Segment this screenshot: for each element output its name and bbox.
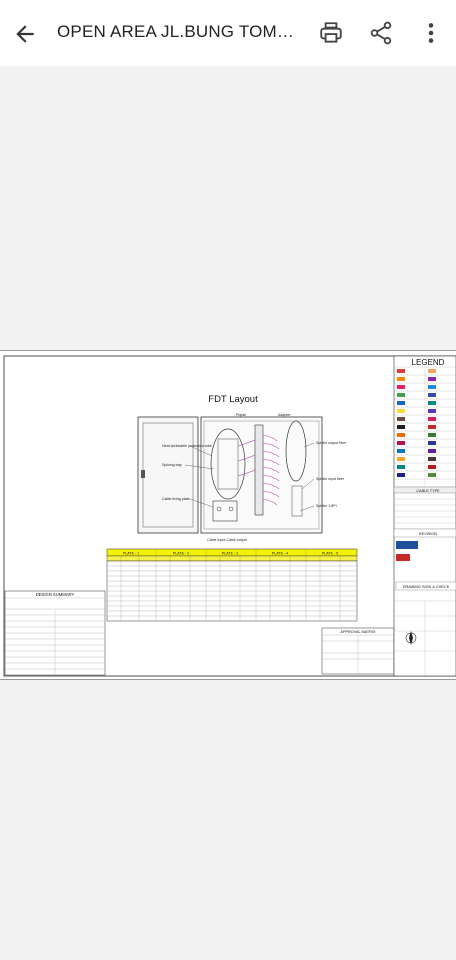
callout-cable-io: Cable Input Cable output: [207, 538, 247, 542]
back-arrow-icon[interactable]: [12, 21, 38, 47]
cable-type-title: CABLE TYPE: [416, 489, 440, 493]
document-title: OPEN AREA JL.BUNG TOMO I...: [57, 22, 302, 41]
plate-4-header: PLATE - 4: [272, 552, 288, 556]
revision-label: REVISION: [419, 532, 437, 536]
fdt-layout-title: FDT Layout: [208, 394, 258, 405]
callout-splitter-input: Splitter input fiber: [316, 477, 345, 481]
plate-table: PLATE - 1 PLATE - 2 PLATE - 3 PLATE - 4 …: [106, 548, 358, 622]
pdf-page[interactable]: FDT Layout Pigtail Adapter Heat shrinkab…: [0, 350, 456, 680]
print-icon[interactable]: [318, 20, 344, 46]
callout-heat-shrink: Heat shrinkable protection tube: [162, 444, 212, 448]
design-summary: DESIGN SUMMARY: [4, 590, 106, 676]
legend-panel: LEGEND CABLE TYPE REVISION DRAWING SIGN …: [393, 355, 456, 677]
design-summary-title: DESIGN SUMMARY: [36, 592, 75, 597]
callout-splitter-output: Splitter output fiber: [316, 441, 347, 445]
callout-pigtail: Pigtail: [236, 413, 246, 417]
callout-splitter-ratio: Splitter 1:8PI: [316, 504, 337, 508]
share-icon[interactable]: [368, 20, 394, 46]
plate-5-header: PLATE - 5: [322, 552, 338, 556]
plate-1-header: PLATE - 1: [123, 552, 139, 556]
plate-3-header: PLATE - 3: [222, 552, 238, 556]
callout-splicing-tray: Splicing tray: [162, 463, 182, 467]
legend-title: LEGEND: [412, 358, 445, 367]
approval-matrix: APPROVAL MATRIX: [321, 627, 395, 675]
more-vert-icon[interactable]: [418, 20, 444, 46]
callout-cable-fixing: Cable fixing plate: [162, 497, 190, 501]
engineering-drawing: FDT Layout Pigtail Adapter Heat shrinkab…: [3, 355, 456, 677]
drawing-check-title: DRAWING SIGN & CHECK: [403, 585, 450, 589]
app-bar: OPEN AREA JL.BUNG TOMO I...: [0, 0, 456, 66]
plate-2-header: PLATE - 2: [173, 552, 189, 556]
callout-adapter: Adapter: [278, 413, 291, 417]
approval-title: APPROVAL MATRIX: [340, 630, 376, 634]
